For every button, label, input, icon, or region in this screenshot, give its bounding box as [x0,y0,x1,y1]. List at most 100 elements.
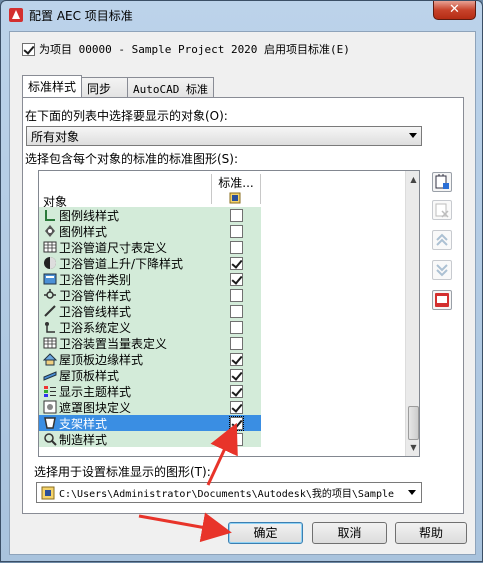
standard-checkbox[interactable] [229,304,243,318]
list-row[interactable]: 图例样式 [39,223,405,239]
app-icon [9,8,23,22]
standard-checkbox[interactable] [229,320,243,334]
window-title: 配置 AEC 项目标准 [29,9,133,23]
list-row-object[interactable]: 卫浴管件类别 [39,271,211,287]
list-row-object[interactable]: 卫浴管件样式 [39,287,211,303]
display-drawing-label: 选择用于设置标准显示的图形(T): [34,465,211,479]
list-row-label: 图例线样式 [59,208,120,223]
tab-standard-styles[interactable]: 标准样式 [22,75,83,97]
standard-checkbox[interactable] [229,384,243,398]
tab-synchronization[interactable]: 同步 [81,77,129,97]
list-row[interactable]: 支架样式 [39,415,405,431]
list-row[interactable]: 卫浴装置当量表定义 [39,335,405,351]
list-row[interactable]: 卫浴管件类别 [39,271,405,287]
close-button[interactable]: ✕ [433,1,476,20]
list-row-standard-cell [211,415,261,431]
standard-checkbox[interactable] [229,288,243,302]
list-row-object[interactable]: 卫浴管线样式 [39,303,211,319]
dialog-client: 为项目 00000 - Sample Project 2020 启用项目标准(E… [9,31,476,555]
standard-checkbox[interactable] [229,336,243,350]
standard-checkbox[interactable] [229,272,243,286]
cancel-button[interactable]: 取消 [312,522,387,544]
list-row-standard-cell [211,303,261,319]
list-row-object[interactable]: 遮罩图块定义 [39,399,211,415]
move-down-button[interactable] [432,260,452,280]
list-row-standard-cell [211,351,261,367]
list-row-object[interactable]: 卫浴管道尺寸表定义 [39,239,211,255]
enable-standards-checkbox[interactable] [22,42,35,56]
enable-standards-row[interactable]: 为项目 00000 - Sample Project 2020 启用项目标准(E… [22,41,350,57]
dropdown-arrow-icon[interactable] [409,133,417,138]
dropdown-arrow-icon[interactable] [408,490,416,495]
fabrication-icon [44,433,57,446]
standard-checkbox[interactable] [229,224,243,238]
scroll-up-icon[interactable]: ▲ [407,172,419,187]
list-row[interactable]: 卫浴管道上升/下降样式 [39,255,405,271]
column-header-standard-label: 标准... [218,176,254,190]
legend-style-icon [45,225,55,237]
help-button[interactable]: 帮助 [395,522,467,544]
standard-checkbox[interactable] [229,432,243,446]
list-row[interactable]: 卫浴管线样式 [39,303,405,319]
title-bar[interactable]: 配置 AEC 项目标准 ✕ [1,1,482,29]
ok-button[interactable]: 确定 [228,522,303,544]
object-type-select[interactable]: 所有对象 [26,126,422,146]
list-row[interactable]: 卫浴系统定义 [39,319,405,335]
import-report-button[interactable] [432,290,452,310]
display-drawing-select[interactable]: C:\Users\Administrator\Documents\Autodes… [36,482,422,503]
list-row[interactable]: 显示主题样式 [39,383,405,399]
standard-checkbox[interactable] [229,400,243,414]
standard-checkbox[interactable] [229,208,243,222]
standard-checkbox[interactable] [229,256,243,270]
standards-drawing-label: 选择包含每个对象的标准的标准图形(S): [25,152,239,166]
list-row-object[interactable]: 屋顶板边缘样式 [39,351,211,367]
display-drawing-path: C:\Users\Administrator\Documents\Autodes… [59,489,395,500]
list-row-label: 屋顶板样式 [59,368,120,383]
list-row-standard-cell [211,431,261,447]
object-type-value: 所有对象 [31,129,80,144]
drawing-file-icon [41,486,55,500]
list-row[interactable]: 屋顶板边缘样式 [39,351,405,367]
remove-drawing-icon [435,203,449,218]
move-up-button[interactable] [432,230,452,250]
remove-drawing-button[interactable] [432,200,452,220]
list-row-object[interactable]: 支架样式 [39,415,211,431]
standard-checkbox[interactable] [229,240,243,254]
vertical-scrollbar[interactable]: ▲ ▼ [405,171,419,456]
list-row[interactable]: 图例线样式 [39,207,405,223]
column-header-standard[interactable]: 标准... [211,174,261,204]
list-rows: 图例线样式 图例样式 卫浴管道尺寸表定义 卫浴管道上升/下降样式 卫浴管件类别 卫浴管件样… [39,207,405,447]
list-row[interactable]: 屋顶板样式 [39,367,405,383]
standard-checkbox[interactable] [229,368,243,382]
system-icon [45,322,55,333]
drawing-file-icon [229,192,241,204]
list-row-object[interactable]: 卫浴系统定义 [39,319,211,335]
bracket-icon [44,417,56,429]
list-row-standard-cell [211,335,261,351]
list-row[interactable]: 制造样式 [39,431,405,447]
list-row-label: 卫浴管道尺寸表定义 [59,240,168,255]
dialog-window: 配置 AEC 项目标准 ✕ 为项目 00000 - Sample Project… [0,0,483,562]
category-icon [43,273,57,285]
standard-checkbox[interactable] [228,415,244,431]
standards-list[interactable]: 对象 标准... 图例线样式 图例样式 卫浴管道尺寸表定义 卫浴管道上升/下降样式 卫浴… [38,170,420,457]
add-drawing-button[interactable] [432,172,452,192]
scroll-thumb[interactable] [408,406,419,440]
list-row-object[interactable]: 卫浴管道上升/下降样式 [39,255,211,271]
list-row-object[interactable]: 显示主题样式 [39,383,211,399]
list-row-object[interactable]: 图例线样式 [39,207,211,223]
chevron-up-icon [436,233,448,246]
pipe-line-icon [44,305,56,317]
scroll-down-icon[interactable]: ▼ [407,440,419,455]
list-row-standard-cell [211,399,261,415]
list-row-object[interactable]: 图例样式 [39,223,211,239]
list-row[interactable]: 卫浴管道尺寸表定义 [39,239,405,255]
standard-checkbox[interactable] [229,352,243,366]
list-row-object[interactable]: 屋顶板样式 [39,367,211,383]
list-row-object[interactable]: 卫浴装置当量表定义 [39,335,211,351]
legend-line-icon [45,210,55,221]
list-row[interactable]: 遮罩图块定义 [39,399,405,415]
list-row[interactable]: 卫浴管件样式 [39,287,405,303]
list-row-object[interactable]: 制造样式 [39,431,211,447]
tab-autocad-standards[interactable]: AutoCAD 标准 [127,77,215,97]
